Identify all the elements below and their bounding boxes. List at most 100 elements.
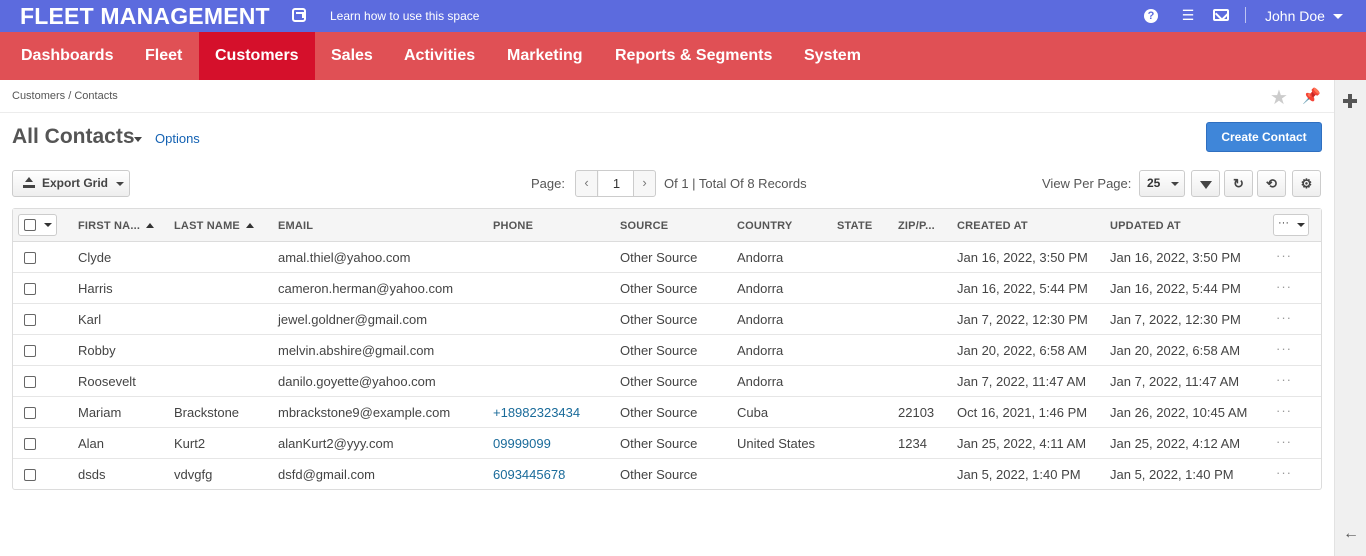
chevron-down-icon[interactable] xyxy=(44,223,52,227)
table-row[interactable]: Robby melvin.abshire@gmail.com Other Sourc… xyxy=(13,335,1321,366)
ellipsis-icon: ··· xyxy=(1278,217,1289,229)
cell-email: dsfd@gmail.com xyxy=(278,467,376,482)
nav-dashboards[interactable]: Dashboards xyxy=(21,32,113,80)
external-link-icon[interactable] xyxy=(292,8,306,22)
table-row[interactable]: Karl jewel.goldner@gmail.com Other Source A… xyxy=(13,304,1321,335)
chevron-down-icon[interactable] xyxy=(1333,14,1343,19)
hamburger-icon[interactable]: ☰ xyxy=(1180,7,1196,23)
cell-email: jewel.goldner@gmail.com xyxy=(278,312,428,327)
grid-actions-dropdown[interactable]: ··· xyxy=(1273,214,1309,236)
question-icon[interactable]: ? xyxy=(1144,9,1158,23)
row-checkbox[interactable] xyxy=(24,407,36,419)
plus-icon[interactable] xyxy=(1343,94,1357,108)
cell-email: amal.thiel@yahoo.com xyxy=(278,250,411,265)
row-actions-ellipsis-icon[interactable]: ··· xyxy=(1276,310,1292,325)
user-menu[interactable]: John Doe xyxy=(1265,8,1325,24)
nav-activities[interactable]: Activities xyxy=(404,32,475,80)
cell-email: danilo.goyette@yahoo.com xyxy=(278,374,436,389)
chevron-right-icon[interactable]: › xyxy=(633,171,655,196)
row-actions-ellipsis-icon[interactable]: ··· xyxy=(1276,248,1292,263)
table-row[interactable]: Roosevelt danilo.goyette@yahoo.com Other S… xyxy=(13,366,1321,397)
refresh-button[interactable]: ↻ xyxy=(1224,170,1253,197)
page-number-input[interactable]: 1 xyxy=(599,171,634,196)
column-header-created-at[interactable]: CREATED AT xyxy=(957,220,1028,232)
arrow-left-icon[interactable]: ← xyxy=(1343,526,1359,542)
row-actions-ellipsis-icon[interactable]: ··· xyxy=(1276,341,1292,356)
nav-system[interactable]: System xyxy=(804,32,861,80)
cell-updated-at: Jan 5, 2022, 1:40 PM xyxy=(1110,467,1234,482)
reset-button[interactable]: ⟲ xyxy=(1257,170,1286,197)
star-icon[interactable]: ★ xyxy=(1270,85,1288,110)
cell-phone[interactable]: 09999099 xyxy=(493,436,551,451)
cell-last-name: Kurt2 xyxy=(174,436,206,451)
row-actions-ellipsis-icon[interactable]: ··· xyxy=(1276,372,1292,387)
chevron-down-icon xyxy=(116,182,124,186)
row-checkbox[interactable] xyxy=(24,345,36,357)
cell-source: Other Source xyxy=(620,405,698,420)
page-label: Page: xyxy=(531,176,565,191)
view-per-page-select[interactable]: 25 xyxy=(1139,170,1185,197)
filter-button[interactable] xyxy=(1191,170,1220,197)
row-actions-ellipsis-icon[interactable]: ··· xyxy=(1276,434,1292,449)
column-header-phone[interactable]: PHONE xyxy=(493,220,533,232)
cell-email: mbrackstone9@example.com xyxy=(278,405,451,420)
learn-link[interactable]: Learn how to use this space xyxy=(330,9,479,23)
row-checkbox[interactable] xyxy=(24,469,36,481)
cell-phone[interactable]: +18982323434 xyxy=(493,405,580,420)
table-row[interactable]: Harris cameron.herman@yahoo.com Other Sour… xyxy=(13,273,1321,304)
table-row[interactable]: Mariam Brackstone mbrackstone9@example.com… xyxy=(13,397,1321,428)
row-checkbox[interactable] xyxy=(24,438,36,450)
cell-country: United States xyxy=(737,436,816,451)
view-per-page-label: View Per Page: xyxy=(1042,176,1132,191)
nav-customers[interactable]: Customers xyxy=(199,32,315,80)
cell-created-at: Jan 16, 2022, 5:44 PM xyxy=(957,281,1088,296)
cell-first-name: Clyde xyxy=(78,250,112,265)
row-checkbox[interactable] xyxy=(24,314,36,326)
chevron-down-icon[interactable] xyxy=(134,137,142,142)
cell-email: alanKurt2@yyy.com xyxy=(278,436,394,451)
column-header-state[interactable]: STATE xyxy=(837,220,872,232)
create-contact-button[interactable]: Create Contact xyxy=(1206,122,1322,152)
row-actions-ellipsis-icon[interactable]: ··· xyxy=(1276,465,1292,480)
export-grid-button[interactable]: Export Grid xyxy=(12,170,130,197)
nav-fleet[interactable]: Fleet xyxy=(145,32,182,80)
pin-icon[interactable]: 📌 xyxy=(1302,87,1321,105)
nav-marketing[interactable]: Marketing xyxy=(507,32,583,80)
cell-zip: 1234 xyxy=(898,436,927,451)
settings-button[interactable]: ⚙ xyxy=(1292,170,1321,197)
column-header-last-name[interactable]: LAST NAME xyxy=(174,220,254,232)
row-checkbox[interactable] xyxy=(24,252,36,264)
chevron-left-icon[interactable]: ‹ xyxy=(576,171,598,196)
cell-email: cameron.herman@yahoo.com xyxy=(278,281,454,296)
nav-sales[interactable]: Sales xyxy=(331,32,373,80)
row-actions-ellipsis-icon[interactable]: ··· xyxy=(1276,279,1292,294)
column-header-source[interactable]: SOURCE xyxy=(620,220,668,232)
cell-phone[interactable]: 6093445678 xyxy=(493,467,565,482)
cell-last-name: vdvgfg xyxy=(174,467,213,482)
column-header-updated-at[interactable]: UPDATED AT xyxy=(1110,220,1181,232)
cell-created-at: Jan 7, 2022, 12:30 PM xyxy=(957,312,1088,327)
row-actions-ellipsis-icon[interactable]: ··· xyxy=(1276,403,1292,418)
cell-first-name: Karl xyxy=(78,312,102,327)
row-checkbox[interactable] xyxy=(24,283,36,295)
column-header-country[interactable]: COUNTRY xyxy=(737,220,792,232)
options-link[interactable]: Options xyxy=(155,131,200,146)
table-row[interactable]: dsds vdvgfg dsfd@gmail.com 6093445678 Other … xyxy=(13,459,1321,490)
sort-asc-icon xyxy=(245,223,254,228)
nav-reports-segments[interactable]: Reports & Segments xyxy=(615,32,772,80)
select-all-dropdown[interactable] xyxy=(18,214,57,236)
select-all-checkbox[interactable] xyxy=(24,219,36,231)
top-bar: FLEET MANAGEMENT Learn how to use this s… xyxy=(0,0,1366,32)
chevron-down-icon xyxy=(1171,182,1179,186)
table-row[interactable]: Clyde amal.thiel@yahoo.com Other Source And… xyxy=(13,242,1321,273)
column-header-zip[interactable]: ZIP/P... xyxy=(898,220,935,232)
column-label: LAST NAME xyxy=(174,220,240,232)
gear-icon: ⚙ xyxy=(1300,176,1313,191)
table-row[interactable]: Alan Kurt2 alanKurt2@yyy.com 09999099 Other … xyxy=(13,428,1321,459)
app-brand[interactable]: FLEET MANAGEMENT xyxy=(20,3,270,30)
column-header-first-name[interactable]: FIRST NA... xyxy=(78,220,155,232)
envelope-icon[interactable] xyxy=(1213,9,1229,21)
row-checkbox[interactable] xyxy=(24,376,36,388)
page-title[interactable]: All Contacts xyxy=(12,125,135,149)
column-header-email[interactable]: EMAIL xyxy=(278,220,313,232)
